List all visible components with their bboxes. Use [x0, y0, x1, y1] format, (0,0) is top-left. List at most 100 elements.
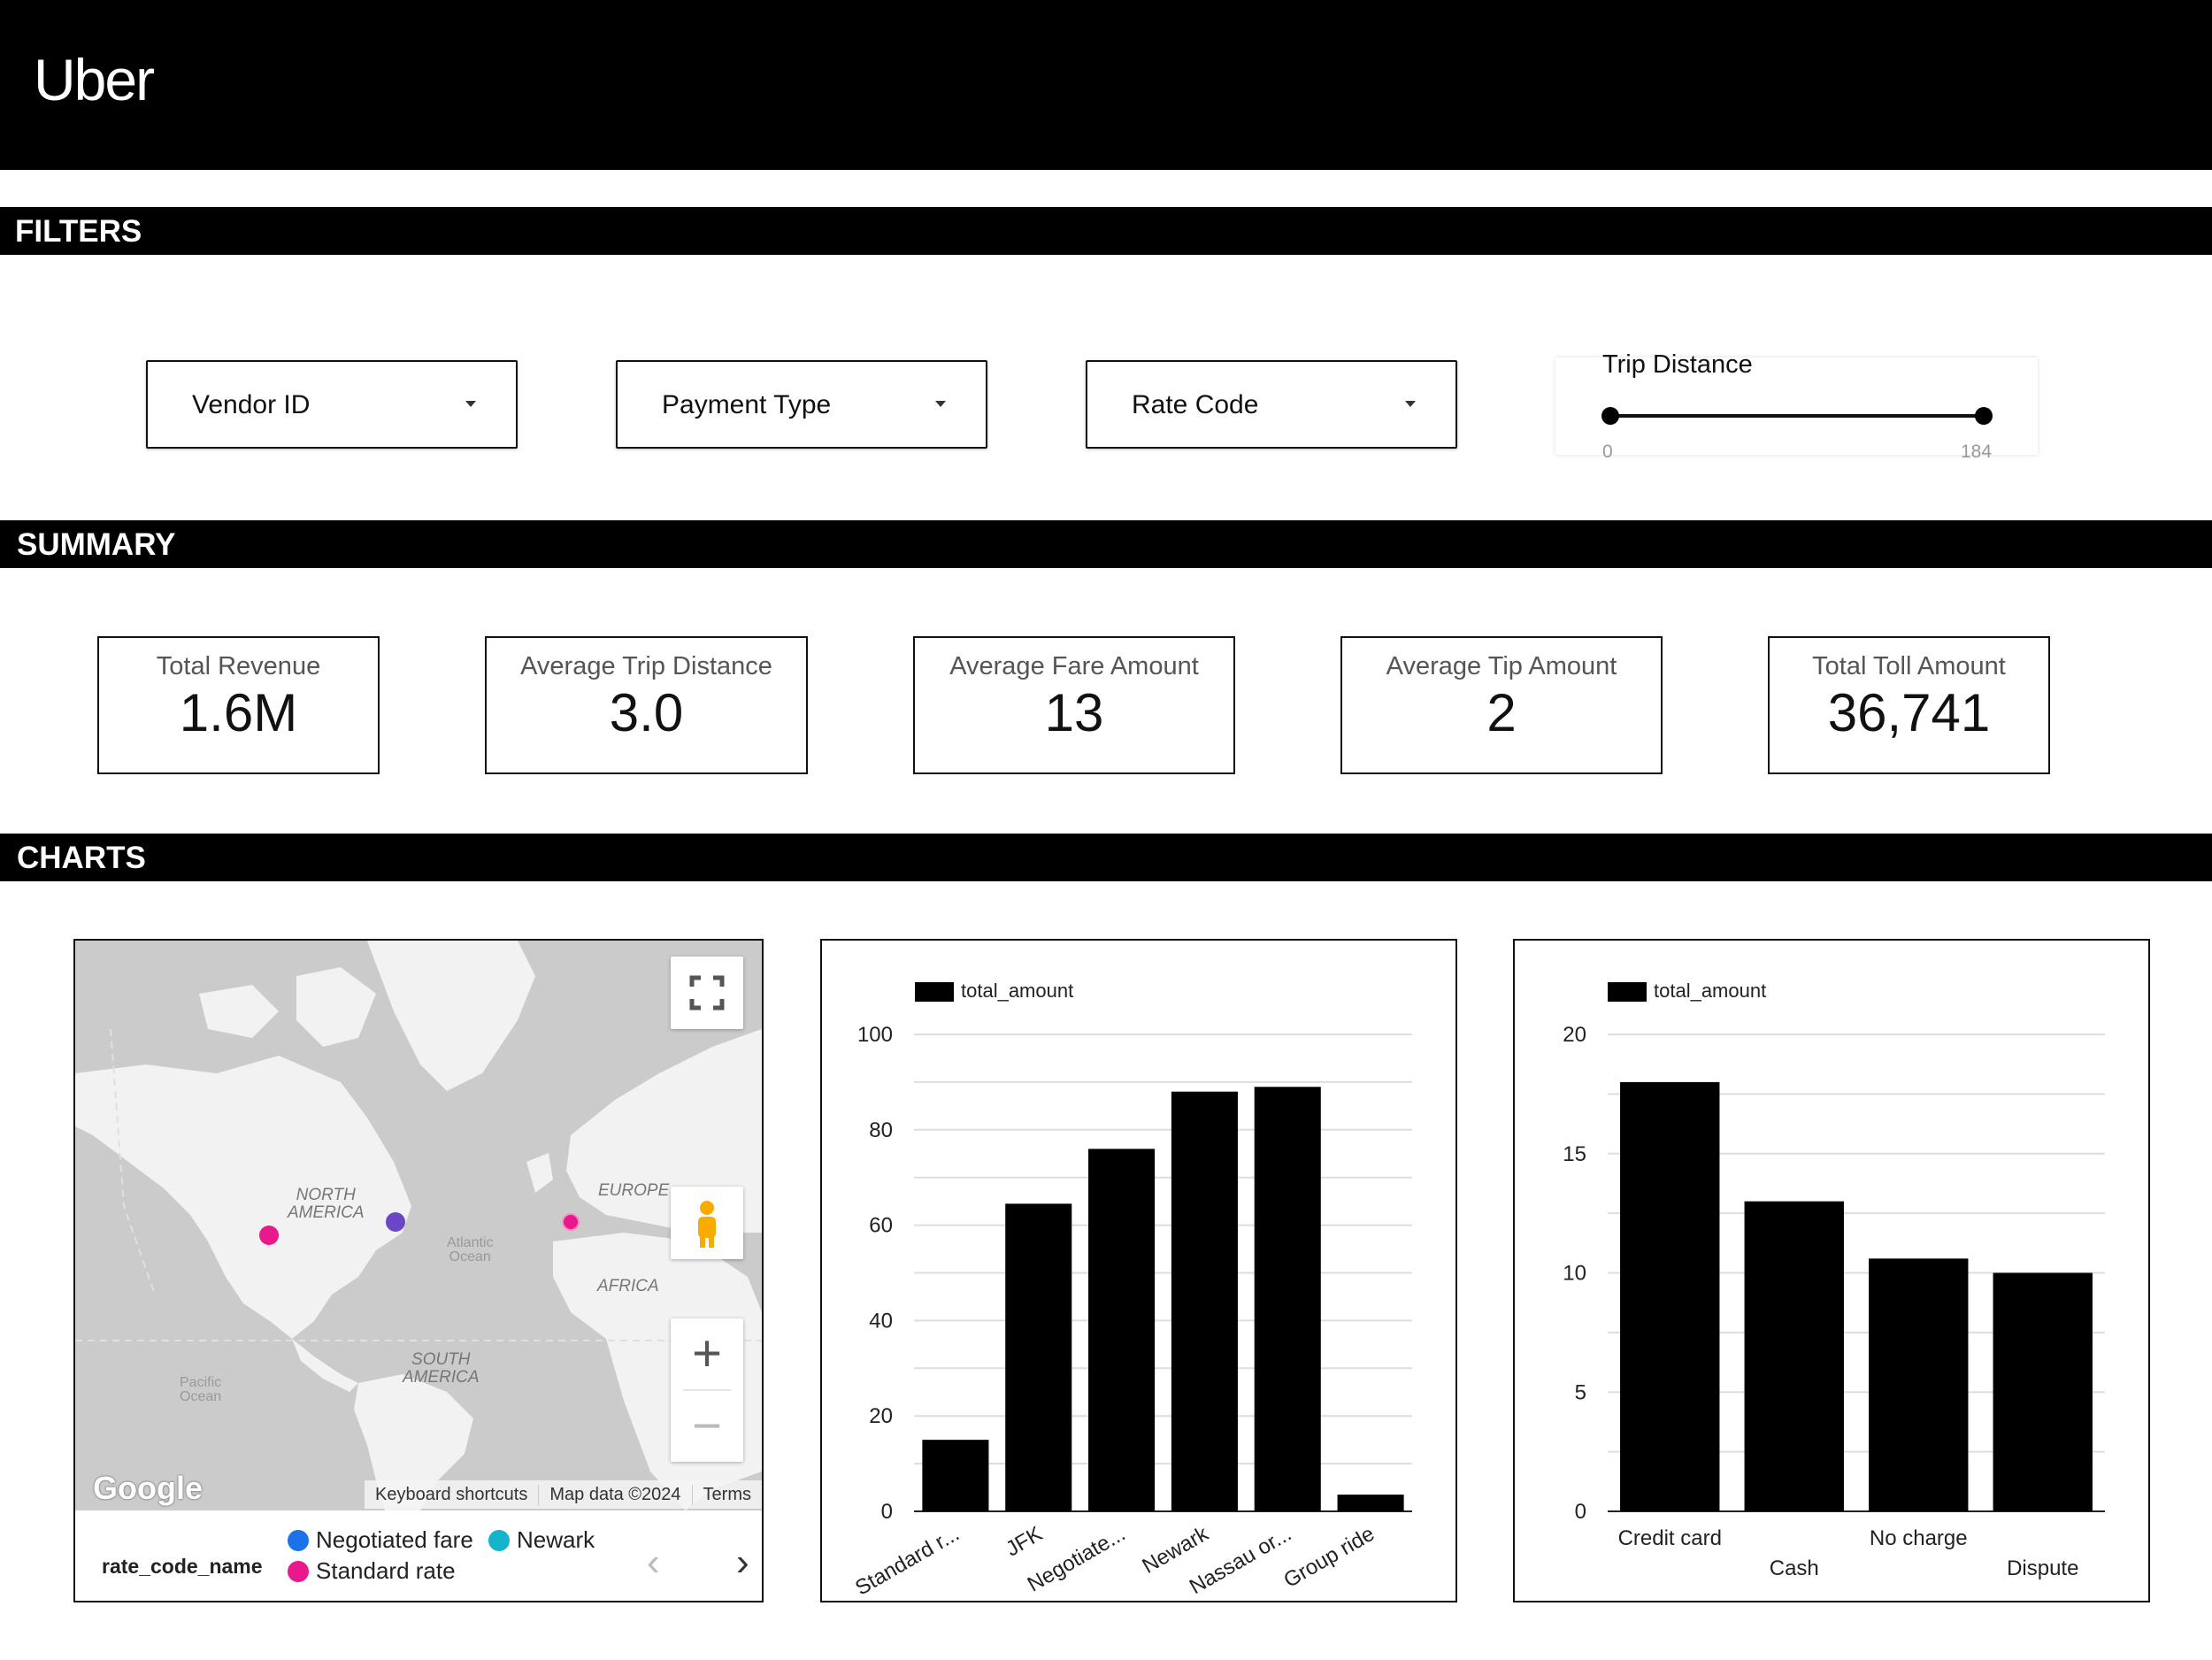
zoom-controls: + − — [671, 1318, 743, 1462]
legend-label: Negotiated fare — [316, 1526, 473, 1553]
label-europe: EUROPE — [598, 1181, 670, 1200]
slider-min-value: 0 — [1602, 442, 1613, 462]
x-tick-label: Cash — [1770, 1556, 1819, 1580]
bar[interactable] — [1171, 1091, 1238, 1511]
legend-next-button[interactable]: › — [736, 1541, 749, 1585]
summary-title: SUMMARY — [17, 527, 176, 562]
legend-label: Newark — [517, 1526, 595, 1553]
kpi-label: Average Trip Distance — [520, 652, 772, 680]
kpi-value: 13 — [1044, 683, 1104, 742]
chevron-down-icon — [465, 401, 476, 407]
x-tick-label: No charge — [1870, 1526, 1968, 1550]
bar[interactable] — [1088, 1149, 1156, 1511]
rate-code-label: Rate Code — [1132, 390, 1259, 419]
legend-label: Standard rate — [316, 1557, 456, 1584]
kpi-average-trip-distance: Average Trip Distance 3.0 — [485, 636, 808, 774]
payment-type-bar-chart-panel: total_amount 0 5 10 15 20 Credit card Cash No c… — [1513, 939, 2150, 1602]
legend-swatch — [488, 1529, 510, 1551]
chevron-down-icon — [935, 401, 946, 407]
kpi-label: Total Revenue — [156, 652, 321, 680]
header-bar: Uber — [0, 0, 2212, 170]
map-land-shapes — [75, 941, 762, 1510]
slider-min-handle[interactable] — [1601, 407, 1619, 425]
bar[interactable] — [1869, 1258, 1969, 1511]
chevron-down-icon — [1405, 401, 1416, 407]
label-africa: AFRICA — [597, 1277, 659, 1295]
x-tick-label: Group ride — [1279, 1522, 1379, 1593]
trip-distance-slider: Trip Distance 0 184 — [1555, 350, 2038, 462]
fullscreen-button[interactable] — [671, 957, 743, 1029]
y-tick-label: 0 — [881, 1500, 893, 1524]
summary-section-header: SUMMARY — [0, 520, 2212, 568]
legend-item-standard-rate[interactable]: Standard rate — [288, 1557, 456, 1585]
kpi-value: 3.0 — [609, 683, 684, 742]
rate-code-bar-chart-panel: total_amount 0 20 40 60 80 100 Standard r... JF… — [820, 939, 1457, 1602]
map-panel: NORTH AMERICA EUROPE AFRICA SOUTH AMERICA … — [73, 939, 764, 1602]
legend-item-negotiated-fare[interactable]: Negotiated fare — [288, 1526, 473, 1554]
map-attribution: Keyboard shortcuts Map data ©2024 Terms — [365, 1480, 762, 1509]
bar[interactable] — [1005, 1203, 1072, 1511]
legend-item-newark[interactable]: Newark — [488, 1526, 595, 1554]
kpi-label: Average Tip Amount — [1386, 652, 1617, 680]
google-logo: Google — [93, 1470, 203, 1506]
legend-swatch — [288, 1560, 309, 1582]
kpi-value: 1.6M — [179, 683, 298, 742]
payment-type-dropdown[interactable]: Payment Type — [616, 360, 987, 449]
vendor-id-label: Vendor ID — [192, 390, 311, 419]
trip-distance-label: Trip Distance — [1602, 350, 1753, 379]
y-tick-label: 15 — [1563, 1142, 1586, 1166]
zoom-out-button[interactable]: − — [671, 1391, 743, 1462]
x-tick-label: Standard r... — [851, 1522, 964, 1601]
payment-type-label: Payment Type — [662, 390, 832, 419]
y-tick-label: 40 — [869, 1309, 893, 1333]
legend-swatch — [288, 1529, 309, 1551]
fullscreen-icon — [689, 975, 725, 1011]
filters-section-header: FILTERS — [0, 207, 2212, 255]
bar[interactable] — [1620, 1081, 1720, 1511]
y-tick-label: 20 — [869, 1404, 893, 1428]
y-tick-label: 20 — [1563, 1023, 1586, 1047]
bar[interactable] — [1254, 1087, 1321, 1511]
bar[interactable] — [1744, 1201, 1844, 1511]
rate-code-dropdown[interactable]: Rate Code — [1086, 360, 1457, 449]
zoom-in-button[interactable]: + — [671, 1318, 743, 1389]
pegman-icon — [698, 1201, 716, 1248]
filters-title: FILTERS — [15, 214, 142, 249]
payment-type-bar-chart: 0 5 10 15 20 Credit card Cash No charge Dispute — [1563, 1023, 2105, 1580]
kpi-average-fare-amount: Average Fare Amount 13 — [913, 636, 1235, 774]
y-tick-label: 0 — [1575, 1500, 1586, 1524]
bar[interactable] — [1337, 1495, 1404, 1511]
slider-track[interactable] — [1609, 414, 1983, 418]
slider-max-handle[interactable] — [1975, 407, 1993, 425]
label-atlantic-ocean: Atlantic Ocean — [447, 1235, 494, 1264]
street-view-button[interactable] — [671, 1187, 743, 1259]
label-north-america: NORTH AMERICA — [288, 1186, 365, 1222]
bar[interactable] — [1993, 1272, 2093, 1512]
kpi-label: Total Toll Amount — [1812, 652, 2006, 680]
terms-link[interactable]: Terms — [691, 1484, 762, 1505]
marker-negotiated-fare[interactable] — [386, 1212, 405, 1232]
kpi-total-revenue: Total Revenue 1.6M — [97, 636, 380, 774]
vendor-id-dropdown[interactable]: Vendor ID — [146, 360, 518, 449]
y-tick-label: 60 — [869, 1214, 893, 1238]
charts-title: CHARTS — [17, 841, 146, 875]
marker-standard-rate[interactable] — [259, 1226, 279, 1245]
kpi-total-toll-amount: Total Toll Amount 36,741 — [1768, 636, 2050, 774]
map-data-text: Map data ©2024 — [538, 1484, 691, 1505]
rate-code-bar-chart: 020406080100Standard r... JFKNegotiate...… — [851, 1023, 1412, 1601]
world-map[interactable]: NORTH AMERICA EUROPE AFRICA SOUTH AMERICA … — [75, 941, 762, 1510]
kpi-value: 36,741 — [1827, 683, 1991, 742]
marker-standard-rate[interactable] — [562, 1213, 580, 1231]
kpi-value: 2 — [1486, 683, 1517, 742]
x-tick-label: Credit card — [1618, 1526, 1722, 1550]
label-pacific-ocean: Pacific Ocean — [180, 1375, 222, 1404]
legend-prev-button[interactable]: ‹ — [647, 1541, 660, 1585]
uber-logo: Uber — [34, 47, 155, 112]
y-tick-label: 100 — [857, 1023, 893, 1047]
kpi-label: Average Fare Amount — [949, 652, 1199, 680]
y-tick-label: 5 — [1575, 1380, 1586, 1404]
keyboard-shortcuts-link[interactable]: Keyboard shortcuts — [365, 1485, 538, 1505]
x-tick-label: Dispute — [2007, 1556, 2078, 1580]
bar[interactable] — [922, 1440, 989, 1511]
kpi-average-tip-amount: Average Tip Amount 2 — [1340, 636, 1663, 774]
